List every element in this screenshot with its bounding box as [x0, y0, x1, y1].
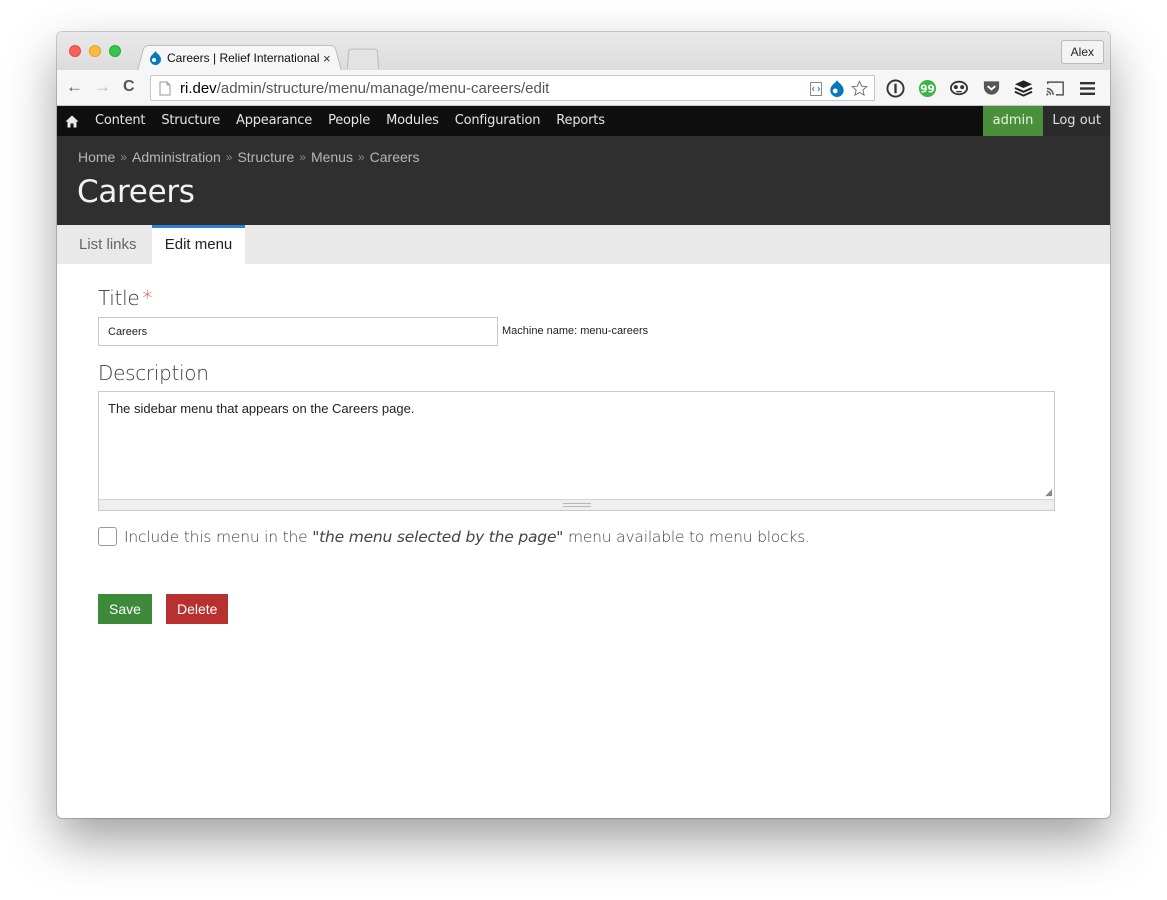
menu-blocks-option: Include this menu in the "the menu selec…: [98, 527, 810, 546]
admin-user-area: admin Log out: [982, 106, 1110, 136]
required-marker: *: [142, 286, 153, 310]
ghostery-icon[interactable]: [949, 78, 969, 98]
drupal-extension-icon[interactable]: [829, 80, 845, 102]
title-input[interactable]: [98, 317, 498, 346]
menu-blocks-checkbox[interactable]: [98, 527, 117, 546]
breadcrumb-structure[interactable]: Structure: [237, 149, 294, 165]
title-label-text: Title: [98, 286, 140, 310]
browser-window: Careers | Relief International × Alex ← …: [57, 32, 1110, 818]
description-text: The sidebar menu that appears on the Car…: [108, 401, 415, 416]
close-tab-icon[interactable]: ×: [323, 51, 331, 66]
cast-icon[interactable]: [1045, 78, 1065, 98]
star-icon[interactable]: [850, 80, 869, 102]
maximize-window-button[interactable]: [109, 45, 121, 57]
pocket-icon[interactable]: [981, 78, 1001, 98]
minimize-window-button[interactable]: [89, 45, 101, 57]
address-bar[interactable]: ri.dev/admin/structure/menu/manage/menu-…: [150, 75, 875, 101]
breadcrumb-home[interactable]: Home: [78, 149, 115, 165]
page-icon: [159, 81, 171, 96]
description-label: Description: [98, 361, 209, 385]
drupal-icon: [149, 51, 162, 65]
profile-button[interactable]: Alex: [1060, 40, 1104, 64]
admin-user-link[interactable]: admin: [982, 106, 1044, 136]
evernote-icon[interactable]: 99: [917, 78, 937, 98]
breadcrumb-separator: »: [120, 150, 128, 164]
breadcrumb-separator: »: [299, 150, 306, 164]
checkbox-label-suffix: menu available to menu blocks.: [563, 527, 810, 546]
extension-icons: 99: [885, 78, 1097, 98]
admin-menu-modules[interactable]: Modules: [378, 106, 447, 136]
buffer-icon[interactable]: [1013, 78, 1033, 98]
title-bar: Careers | Relief International × Alex: [57, 32, 1110, 71]
url-host: ri.dev: [180, 79, 217, 97]
breadcrumb-menus[interactable]: Menus: [311, 149, 353, 165]
menu-blocks-checkbox-label[interactable]: Include this menu in the "the menu selec…: [124, 528, 810, 546]
admin-menu-content[interactable]: Content: [87, 106, 153, 136]
back-arrow-icon[interactable]: ←: [66, 78, 83, 96]
url-path: /admin/structure/menu/manage/menu-career…: [216, 79, 550, 97]
textarea-resize-grip[interactable]: [99, 499, 1054, 510]
admin-menu-structure[interactable]: Structure: [153, 106, 228, 136]
admin-menu-configuration[interactable]: Configuration: [447, 106, 549, 136]
admin-menu-people[interactable]: People: [320, 106, 378, 136]
delete-button[interactable]: Delete: [166, 594, 229, 624]
checkbox-label-italic: "the menu selected by the page": [312, 527, 564, 546]
breadcrumb: Home » Administration » Structure » Menu…: [78, 149, 419, 165]
browser-toolbar: ← → C ri.dev/admin/structure/menu/manage…: [57, 70, 1110, 106]
breadcrumb-careers[interactable]: Careers: [370, 149, 420, 165]
tab-edit-menu[interactable]: Edit menu: [152, 225, 245, 264]
reader-icon[interactable]: [809, 81, 823, 102]
machine-name: Machine name: menu-careers: [502, 325, 649, 337]
description-textarea[interactable]: The sidebar menu that appears on the Car…: [98, 391, 1055, 511]
breadcrumb-separator: »: [357, 150, 365, 164]
browser-tab-title: Careers | Relief International: [167, 51, 319, 65]
omnibox-icons: [809, 80, 869, 102]
svg-text:99: 99: [920, 83, 935, 95]
home-icon[interactable]: [57, 115, 87, 128]
menu-icon[interactable]: [1077, 78, 1097, 98]
admin-menu: Content Structure Appearance People Modu…: [87, 106, 613, 136]
admin-menu-appearance[interactable]: Appearance: [228, 106, 320, 136]
admin-menu-reports[interactable]: Reports: [548, 106, 612, 136]
grip-handle-icon: [563, 503, 591, 507]
tab-list-links[interactable]: List links: [79, 225, 137, 264]
breadcrumb-administration[interactable]: Administration: [132, 149, 221, 165]
forward-arrow-icon[interactable]: →: [94, 78, 111, 96]
browser-tab-careers[interactable]: Careers | Relief International ×: [149, 47, 339, 69]
save-button[interactable]: Save: [98, 594, 152, 624]
title-label: Title *: [98, 286, 152, 310]
logout-link[interactable]: Log out: [1043, 106, 1110, 136]
reload-icon[interactable]: C: [123, 78, 135, 96]
breadcrumb-separator: »: [225, 150, 233, 164]
resize-corner-icon[interactable]: ◢: [1045, 487, 1052, 498]
new-tab-button[interactable]: [347, 48, 379, 69]
onepassword-icon[interactable]: [885, 78, 905, 98]
close-window-button[interactable]: [69, 45, 81, 57]
admin-toolbar: Content Structure Appearance People Modu…: [57, 106, 1110, 136]
page-title: Careers: [77, 174, 195, 210]
checkbox-label-prefix: Include this menu in the: [124, 527, 313, 546]
url-text: ri.dev/admin/structure/menu/manage/menu-…: [180, 80, 549, 97]
page-header: Home » Administration » Structure » Menu…: [57, 136, 1110, 225]
local-tabs: List links Edit menu: [57, 225, 1110, 264]
